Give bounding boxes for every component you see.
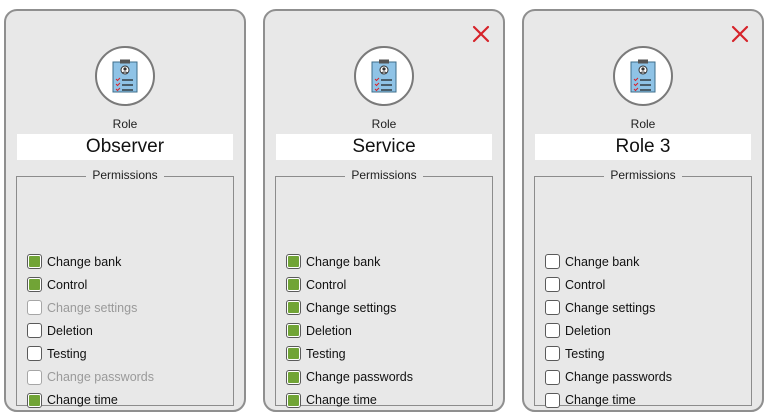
role-card-service: Role Permissions Change bank Control Chang… bbox=[263, 9, 505, 412]
permission-control[interactable]: Control bbox=[286, 276, 346, 293]
permission-change-settings[interactable]: Change settings bbox=[545, 299, 655, 316]
permission-label: Change passwords bbox=[565, 370, 673, 384]
checkbox-icon[interactable] bbox=[545, 254, 560, 269]
close-icon bbox=[472, 25, 490, 43]
permission-label: Change time bbox=[306, 393, 377, 408]
permissions-title: Permissions bbox=[604, 168, 682, 182]
permission-change-time[interactable]: Change time bbox=[545, 392, 636, 409]
permission-deletion[interactable]: Deletion bbox=[286, 322, 352, 339]
role-avatar bbox=[95, 46, 155, 106]
checkbox-icon[interactable] bbox=[286, 346, 301, 362]
permission-change-passwords[interactable]: Change passwords bbox=[286, 369, 413, 386]
checkbox-icon[interactable] bbox=[286, 392, 301, 408]
permission-control[interactable]: Control bbox=[545, 276, 605, 293]
checkbox-icon[interactable] bbox=[27, 277, 42, 293]
permission-label: Change passwords bbox=[47, 370, 155, 384]
role-name-input[interactable] bbox=[276, 134, 492, 160]
permissions-group: Permissions Change bank Control Change set… bbox=[16, 168, 234, 409]
permission-change-passwords: Change passwords bbox=[27, 369, 154, 386]
permissions-group: Permissions Change bank Control Change set… bbox=[275, 168, 493, 409]
permission-testing[interactable]: Testing bbox=[27, 345, 87, 362]
checkbox-icon[interactable] bbox=[545, 323, 560, 339]
permission-label: Control bbox=[565, 277, 606, 292]
role-badge-icon bbox=[112, 59, 138, 93]
permission-label: Change bank bbox=[306, 254, 381, 269]
permission-change-time[interactable]: Change time bbox=[286, 392, 377, 409]
permission-label: Testing bbox=[306, 346, 346, 361]
permission-label: Change settings bbox=[306, 300, 397, 315]
checkbox-icon[interactable] bbox=[286, 254, 301, 269]
role-label: Role bbox=[371, 117, 397, 131]
permission-change-time[interactable]: Change time bbox=[27, 392, 118, 409]
permissions-title: Permissions bbox=[86, 168, 164, 182]
checkbox-icon[interactable] bbox=[27, 346, 42, 362]
permission-label: Change bank bbox=[47, 254, 122, 269]
checkbox-icon[interactable] bbox=[545, 369, 560, 385]
role-badge-icon bbox=[630, 59, 656, 93]
permission-label: Change passwords bbox=[306, 370, 414, 384]
checkbox-icon bbox=[27, 300, 42, 316]
permission-label: Deletion bbox=[565, 323, 611, 338]
permission-label: Control bbox=[47, 277, 88, 292]
permission-label: Deletion bbox=[306, 323, 352, 338]
permission-deletion[interactable]: Deletion bbox=[545, 322, 611, 339]
role-card-observer: Role Permissions Change bank Control Chang… bbox=[4, 9, 246, 412]
checkbox-icon[interactable] bbox=[545, 300, 560, 316]
permission-change-bank[interactable]: Change bank bbox=[545, 253, 639, 270]
checkbox-icon[interactable] bbox=[545, 277, 560, 293]
role-avatar bbox=[354, 46, 414, 106]
checkbox-icon[interactable] bbox=[545, 346, 560, 362]
permission-label: Testing bbox=[565, 346, 605, 361]
close-icon bbox=[731, 25, 749, 43]
permission-label: Change time bbox=[47, 393, 118, 408]
permission-label: Change bank bbox=[565, 254, 640, 269]
role-card-role-3: Role Permissions Change bank Control Chang… bbox=[522, 9, 764, 412]
permissions-group: Permissions Change bank Control Change set… bbox=[534, 168, 752, 409]
permission-label: Control bbox=[306, 277, 347, 292]
close-button[interactable] bbox=[730, 24, 750, 44]
permission-change-settings[interactable]: Change settings bbox=[286, 299, 396, 316]
role-label: Role bbox=[630, 117, 656, 131]
permission-testing[interactable]: Testing bbox=[286, 345, 346, 362]
permission-change-passwords[interactable]: Change passwords bbox=[545, 369, 672, 386]
permission-label: Change time bbox=[565, 393, 636, 408]
checkbox-icon[interactable] bbox=[27, 323, 42, 339]
permission-control[interactable]: Control bbox=[27, 276, 87, 293]
checkbox-icon[interactable] bbox=[545, 392, 560, 408]
checkbox-icon bbox=[27, 369, 42, 385]
permission-label: Change settings bbox=[565, 300, 656, 315]
checkbox-icon[interactable] bbox=[286, 323, 301, 339]
permission-label: Testing bbox=[47, 346, 87, 361]
permission-deletion[interactable]: Deletion bbox=[27, 322, 93, 339]
permission-change-settings: Change settings bbox=[27, 299, 137, 316]
permissions-title: Permissions bbox=[345, 168, 423, 182]
permission-change-bank[interactable]: Change bank bbox=[27, 253, 121, 270]
permission-label: Deletion bbox=[47, 323, 93, 338]
role-name-input[interactable] bbox=[17, 134, 233, 160]
role-label: Role bbox=[112, 117, 138, 131]
permission-label: Change settings bbox=[47, 300, 138, 315]
permission-change-bank[interactable]: Change bank bbox=[286, 253, 380, 270]
checkbox-icon[interactable] bbox=[27, 392, 42, 408]
permission-testing[interactable]: Testing bbox=[545, 345, 605, 362]
checkbox-icon[interactable] bbox=[286, 277, 301, 293]
role-avatar bbox=[613, 46, 673, 106]
checkbox-icon[interactable] bbox=[286, 300, 301, 316]
checkbox-icon[interactable] bbox=[286, 369, 301, 385]
role-badge-icon bbox=[371, 59, 397, 93]
checkbox-icon[interactable] bbox=[27, 254, 42, 269]
role-name-input[interactable] bbox=[535, 134, 751, 160]
close-button[interactable] bbox=[471, 24, 491, 44]
